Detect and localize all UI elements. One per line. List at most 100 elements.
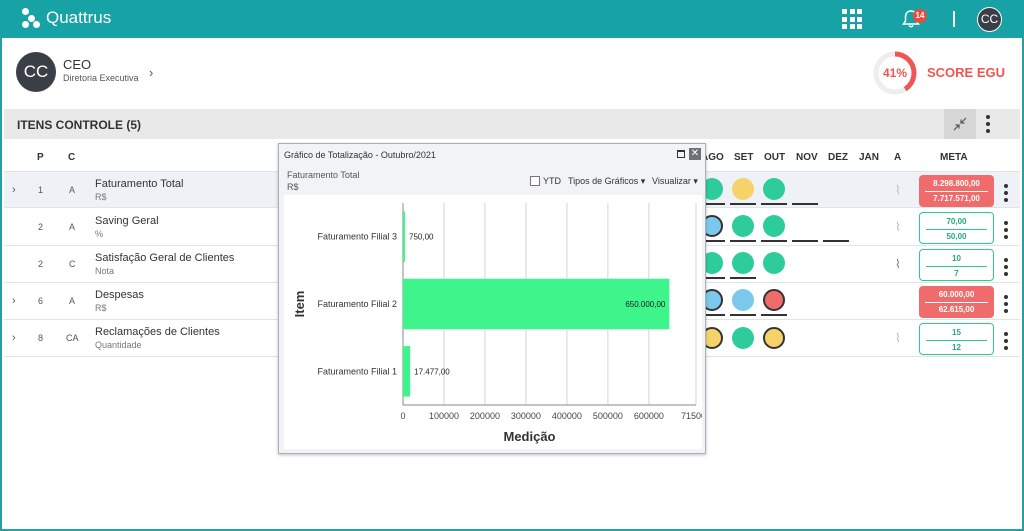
col-header-set: SET [734,152,754,163]
status-dot-set[interactable] [732,215,754,237]
meta-target: 70,00 [946,217,967,226]
close-icon[interactable]: ✕ [689,148,701,160]
row-unit: % [95,229,104,239]
status-dot-out[interactable] [763,289,785,311]
meta-target: 10 [952,254,961,263]
status-dot-set[interactable] [732,178,754,200]
chart-types-dropdown[interactable]: Tipos de Gráficos ▾ [568,176,645,187]
col-header-dez: DEZ [828,152,848,163]
row-name: Reclamações de Clientes [95,326,220,338]
col-header-meta: META [940,152,968,163]
row-unit: Nota [95,266,115,276]
attachment-icon[interactable]: ⌇ [895,220,901,234]
popup-indicator: Faturamento Total [287,170,360,180]
attachment-icon[interactable]: ⌇ [895,183,901,197]
row-c: A [69,296,76,306]
top-bar: Quattrus 14 CC [0,0,1024,38]
user-avatar[interactable]: CC [16,52,56,92]
underline-nov [792,203,818,205]
status-dot-out[interactable] [763,215,785,237]
underline-set [730,314,756,316]
bar [403,211,405,262]
col-header-p: P [37,152,44,163]
meta-actual: 7.717.571,00 [933,194,980,203]
underline-out [761,240,787,242]
x-tick-label: 100000 [429,411,459,421]
category-label: Faturamento Filial 1 [317,366,397,376]
underline-out [761,203,787,205]
row-unit: R$ [95,303,107,313]
items-control-header: ITENS CONTROLE (5) [4,109,1020,139]
popup-title: Gráfico de Totalização - Outubro/2021 [284,150,436,160]
status-dot-set[interactable] [732,289,754,311]
x-tick-label: 300000 [511,411,541,421]
underline-set [730,240,756,242]
expand-chevron-icon[interactable]: › [12,184,16,196]
row-menu-icon[interactable] [1004,221,1008,239]
chevron-right-icon[interactable]: › [149,65,153,80]
user-avatar-top[interactable]: CC [977,7,1002,32]
score-percent: 41% [882,66,908,80]
row-unit: Quantidade [95,340,142,350]
user-role: CEO [63,57,92,72]
collapse-button[interactable] [944,109,976,139]
meta-box: 8.298.800,00 7.717.571,00 [919,175,994,207]
ytd-checkbox[interactable] [530,176,540,186]
score-label: SCORE EGU [927,65,1006,80]
minimize-icon[interactable] [677,150,685,158]
underline-nov [792,240,818,242]
row-menu-icon[interactable] [1004,295,1008,313]
row-p: 1 [38,185,44,195]
underline-dez [823,240,849,242]
x-tick-label: 600000 [634,411,664,421]
x-tick-label: 715000 [681,411,702,421]
col-header-a: A [894,152,902,163]
meta-box: 70,00 50,00 [919,212,994,244]
row-p: 2 [38,259,44,269]
meta-box: 10 7 [919,249,994,281]
x-tick-label: 200000 [470,411,500,421]
category-label: Faturamento Filial 2 [317,299,397,309]
meta-actual: 7 [954,269,959,278]
attachment-icon[interactable]: ⌇ [895,331,901,345]
col-header-out: OUT [764,152,786,163]
y-axis-title: Item [292,291,307,318]
row-menu-icon[interactable] [1004,258,1008,276]
view-dropdown[interactable]: Visualizar ▾ [652,176,698,187]
app-logo[interactable]: Quattrus [22,8,111,28]
bar [403,346,411,397]
row-menu-icon[interactable] [1004,184,1008,202]
row-c: C [69,259,76,269]
meta-target: 15 [952,328,961,337]
row-p: 6 [38,296,44,306]
status-dot-set[interactable] [732,252,754,274]
status-dot-set[interactable] [732,327,754,349]
underline-set [730,277,756,279]
logo-icon [22,8,40,28]
status-dot-out[interactable] [763,178,785,200]
row-menu-icon[interactable] [1004,332,1008,350]
x-tick-label: 400000 [552,411,582,421]
status-dot-out[interactable] [763,327,785,349]
meta-target: 8.298.800,00 [933,179,980,188]
chart-types-label: Tipos de Gráficos [568,176,639,186]
col-header-jan: JAN [859,152,880,163]
topbar-divider [953,11,955,27]
row-unit: R$ [95,192,107,202]
expand-chevron-icon[interactable]: › [12,332,16,344]
meta-actual: 50,00 [946,232,967,241]
status-dot-out[interactable] [763,252,785,274]
col-header-nov: NOV [796,152,818,163]
meta-actual: 12 [952,343,961,352]
section-title: ITENS CONTROLE (5) [17,118,142,132]
row-c: CA [66,333,79,343]
attachment-icon[interactable]: ⌇ [895,257,901,271]
expand-chevron-icon[interactable]: › [12,295,16,307]
ytd-label: YTD [543,176,561,186]
collapse-icon [953,117,967,131]
bar-chart: 0 100000 200000 300000 400000 500000 600000 715… [292,203,702,444]
chart-area: 0 100000 200000 300000 400000 500000 600000 715… [284,195,702,449]
row-name: Despesas [95,289,144,301]
section-menu-icon[interactable] [986,115,990,133]
apps-grid-icon[interactable] [842,9,862,29]
